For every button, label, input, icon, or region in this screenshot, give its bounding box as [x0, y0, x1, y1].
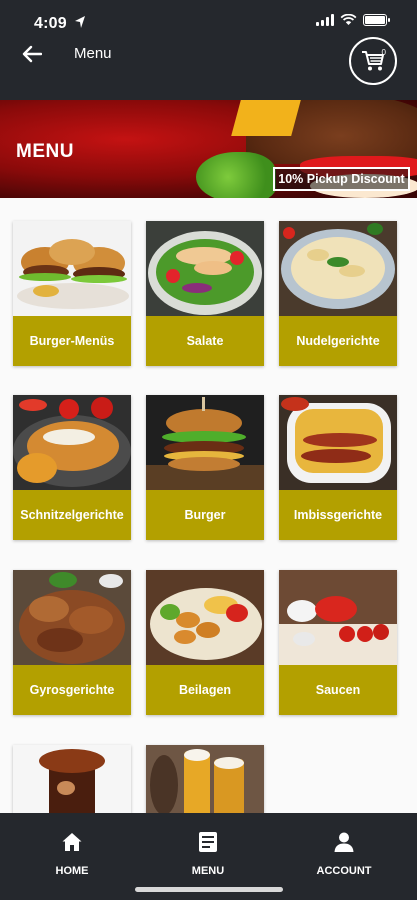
- category-label: Burger-Menüs: [13, 316, 131, 366]
- burger-image: [146, 395, 264, 490]
- category-label: Salate: [146, 316, 264, 366]
- category-card-imbissgerichte[interactable]: Imbissgerichte: [279, 395, 397, 540]
- category-card-salate[interactable]: Salate: [146, 221, 264, 366]
- nav-account[interactable]: ACCOUNT: [299, 831, 389, 877]
- category-label: Beilagen: [146, 665, 264, 715]
- burger-menu-image: [13, 221, 131, 316]
- home-icon: [62, 833, 82, 851]
- category-label: Burger: [146, 490, 264, 540]
- category-card-burger[interactable]: Burger: [146, 395, 264, 540]
- nav-home[interactable]: HOME: [27, 831, 117, 877]
- gyros-image: [13, 570, 131, 665]
- home-indicator[interactable]: [135, 887, 283, 892]
- category-grid: Burger-Menüs Salate Nudelgerichte Schnit…: [0, 198, 417, 890]
- banner-title: MENU: [16, 141, 74, 162]
- back-button[interactable]: [20, 42, 44, 66]
- salad-image: [146, 221, 264, 316]
- page-title: Menu: [74, 45, 112, 62]
- nav-account-label: ACCOUNT: [316, 865, 372, 877]
- category-label: Saucen: [279, 665, 397, 715]
- category-card-schnitzelgerichte[interactable]: Schnitzelgerichte: [13, 395, 131, 540]
- account-person-icon: [334, 832, 354, 852]
- nav-menu-label: MENU: [191, 865, 225, 877]
- category-card-nudelgerichte[interactable]: Nudelgerichte: [279, 221, 397, 366]
- battery-icon: [363, 14, 390, 26]
- nav-home-label: HOME: [55, 865, 89, 877]
- banner-cheese-image: [231, 100, 301, 136]
- status-indicators: [316, 14, 390, 26]
- status-time: 4:09: [34, 15, 67, 32]
- category-label: Nudelgerichte: [279, 316, 397, 366]
- currywurst-image: [279, 395, 397, 490]
- arrow-left-icon: [22, 45, 42, 63]
- side-dishes-image: [146, 570, 264, 665]
- category-label: Imbissgerichte: [279, 490, 397, 540]
- banner-lettuce-image: [196, 152, 276, 198]
- cart-count-badge: 0: [381, 48, 386, 57]
- schnitzel-image: [13, 395, 131, 490]
- category-label: Gyrosgerichte: [13, 665, 131, 715]
- category-card-gyrosgerichte[interactable]: Gyrosgerichte: [13, 570, 131, 715]
- location-arrow-icon: [75, 16, 85, 28]
- top-app-bar: 4:09 Menu 0: [0, 0, 417, 100]
- cart-button[interactable]: 0: [349, 37, 397, 85]
- nav-menu[interactable]: MENU: [163, 831, 253, 877]
- pickup-discount-badge: 10% Pickup Discount: [273, 167, 410, 191]
- signal-icon: [316, 14, 334, 26]
- pasta-image: [279, 221, 397, 316]
- category-card-burger-menus[interactable]: Burger-Menüs: [13, 221, 131, 366]
- category-card-saucen[interactable]: Saucen: [279, 570, 397, 715]
- wifi-icon: [340, 14, 357, 25]
- category-card-beilagen[interactable]: Beilagen: [146, 570, 264, 715]
- menu-list-icon: [199, 832, 217, 852]
- category-label: Schnitzelgerichte: [13, 490, 131, 540]
- sauces-image: [279, 570, 397, 665]
